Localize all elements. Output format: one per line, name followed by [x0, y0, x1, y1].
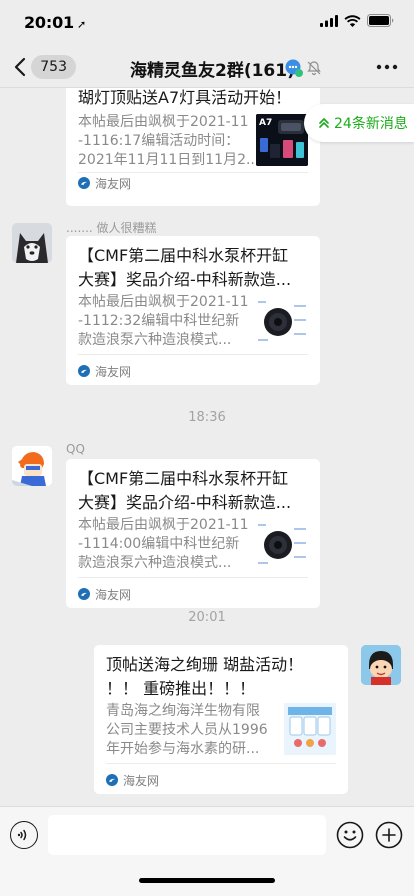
card-title-line: 【CMF第二届中科水泵杯开缸	[78, 246, 289, 265]
card-desc-line: 2021年11月11日到11月2...	[78, 152, 260, 168]
nav-bar: 753 海精灵鱼友2群(161)	[0, 48, 414, 88]
card-description: 本帖最后由飒枫于2021-11 -1112:32编辑中科世纪新 款造浪泵六种造浪…	[78, 293, 249, 350]
card-source-label: 海友网	[95, 176, 132, 191]
title-icons	[284, 58, 322, 78]
back-button[interactable]: 753	[10, 53, 76, 81]
card-desc-line: 款造浪泵六种造浪模式...	[78, 555, 232, 571]
card-desc-line: 款造浪泵六种造浪模式...	[78, 332, 232, 348]
card-description: 本帖最后由飒枫于2021-11 -1114:00编辑中科世纪新 款造浪泵六种造浪…	[78, 516, 249, 573]
card-title-line: 顶帖送海之绚珊 瑚盐活动！	[106, 655, 304, 674]
plus-circle-icon	[375, 821, 403, 849]
card-title-line: 大赛】奖品介绍-中科新款造...	[78, 270, 292, 289]
battery-icon	[367, 14, 394, 27]
card-source-label: 海友网	[123, 773, 160, 788]
message-text-input[interactable]	[48, 815, 326, 855]
source-site-icon	[78, 177, 90, 189]
timestamp-divider: 18:36	[188, 410, 226, 425]
chat-title[interactable]: 海精灵鱼友2群(161)	[130, 56, 295, 81]
more-functions-button[interactable]	[375, 821, 403, 849]
status-bar: 20:01 ➚	[0, 0, 414, 48]
emoji-icon	[336, 821, 364, 849]
card-title: 【CMF第二届中科水泵杯开缸 大赛】奖品介绍-中科新款造...	[78, 467, 291, 515]
svg-text:A7: A7	[259, 118, 272, 128]
voice-icon	[17, 829, 27, 841]
card-thumbnail-image	[256, 517, 308, 569]
card-source: 海友网	[106, 769, 159, 791]
card-desc-line: 青岛海之绚海洋生物有限	[106, 703, 260, 719]
card-title: 【CMF第二届中科水泵杯开缸 大赛】奖品介绍-中科新款造...	[78, 244, 291, 292]
source-site-icon	[106, 774, 118, 786]
signal-icon	[320, 14, 338, 27]
source-site-icon	[78, 588, 90, 600]
sender-avatar[interactable]	[12, 446, 52, 486]
card-description: 本帖最后由飒枫于2021-11 -1116:17编辑活动时间： 2021年11月…	[78, 113, 259, 170]
card-desc-line: 公司主要技术人员从1996	[106, 722, 268, 738]
mute-bell-icon	[307, 61, 321, 76]
card-source-label: 海友网	[95, 587, 132, 602]
card-title-line: 大赛】奖品介绍-中科新款造...	[78, 493, 292, 512]
card-title-line: 瑚灯顶贴送A7灯具活动开始！	[78, 88, 292, 107]
card-desc-line: 本帖最后由飒枫于2021-11	[78, 294, 249, 310]
location-icon: ➚	[76, 18, 86, 31]
home-indicator	[139, 878, 275, 883]
sender-avatar[interactable]	[12, 223, 52, 263]
card-source: 海友网	[78, 172, 131, 194]
card-desc-line: -1114:00编辑中科世纪新	[78, 536, 240, 552]
card-description: 青岛海之绚海洋生物有限 公司主要技术人员从1996 年开始参与海水素的研...	[106, 702, 268, 759]
card-divider	[106, 763, 336, 764]
status-time-label: 20:01	[24, 13, 74, 32]
card-desc-line: -1112:32编辑中科世纪新	[78, 313, 240, 329]
status-icons	[320, 14, 394, 27]
card-title-line: ！！ 重磅推出！！！	[106, 679, 256, 698]
card-desc-line: -1116:17编辑活动时间：	[78, 133, 240, 149]
card-source-label: 海友网	[95, 364, 132, 379]
card-thumbnail-image	[256, 294, 308, 346]
link-card-message[interactable]: 【CMF第二届中科水泵杯开缸 大赛】奖品介绍-中科新款造... 本帖最后由飒枫于…	[66, 236, 320, 385]
timestamp-divider: 20:01	[188, 610, 226, 625]
card-desc-line: 年开始参与海水素的研...	[106, 741, 260, 757]
card-title: 瑚灯顶贴送A7灯具活动开始！	[78, 88, 291, 110]
card-thumbnail-image	[284, 703, 336, 755]
link-card-message[interactable]: 【CMF第二届中科水泵杯开缸 大赛】奖品介绍-中科新款造... 本帖最后由飒枫于…	[66, 459, 320, 608]
chat-message-list[interactable]: 瑚灯顶贴送A7灯具活动开始！ 本帖最后由飒枫于2021-11 -1116:17编…	[0, 88, 414, 806]
unread-count-badge: 753	[31, 55, 76, 79]
more-options-button[interactable]	[374, 56, 400, 78]
double-chevron-up-icon	[319, 118, 329, 128]
more-dots-icon	[376, 64, 398, 70]
card-divider	[78, 354, 308, 355]
group-chat-icon	[285, 59, 303, 77]
wifi-icon	[344, 14, 361, 27]
card-desc-line: 本帖最后由飒枫于2021-11	[78, 114, 249, 130]
new-messages-button[interactable]: 24条新消息	[304, 104, 414, 142]
sender-name: QQ	[66, 442, 85, 456]
card-desc-line: 本帖最后由飒枫于2021-11	[78, 517, 249, 533]
card-title: 顶帖送海之绚珊 瑚盐活动！ ！！ 重磅推出！！！	[106, 653, 303, 701]
back-chevron-icon	[10, 53, 29, 81]
card-source: 海友网	[78, 360, 131, 382]
link-card-message[interactable]: 顶帖送海之绚珊 瑚盐活动！ ！！ 重磅推出！！！ 青岛海之绚海洋生物有限 公司主…	[94, 645, 348, 794]
new-messages-label: 24条新消息	[334, 116, 408, 132]
emoji-button[interactable]	[336, 821, 364, 849]
link-card-message[interactable]: 瑚灯顶贴送A7灯具活动开始！ 本帖最后由飒枫于2021-11 -1116:17编…	[66, 88, 320, 206]
card-title-line: 【CMF第二届中科水泵杯开缸	[78, 469, 289, 488]
card-divider	[78, 577, 308, 578]
card-thumbnail-image: A7	[256, 114, 308, 166]
self-avatar[interactable]	[361, 645, 401, 685]
status-time: 20:01 ➚	[24, 13, 86, 32]
card-source: 海友网	[78, 583, 131, 605]
source-site-icon	[78, 365, 90, 377]
voice-input-button[interactable]	[10, 821, 38, 849]
sender-name: ....... 做人很糟糕	[66, 221, 157, 235]
